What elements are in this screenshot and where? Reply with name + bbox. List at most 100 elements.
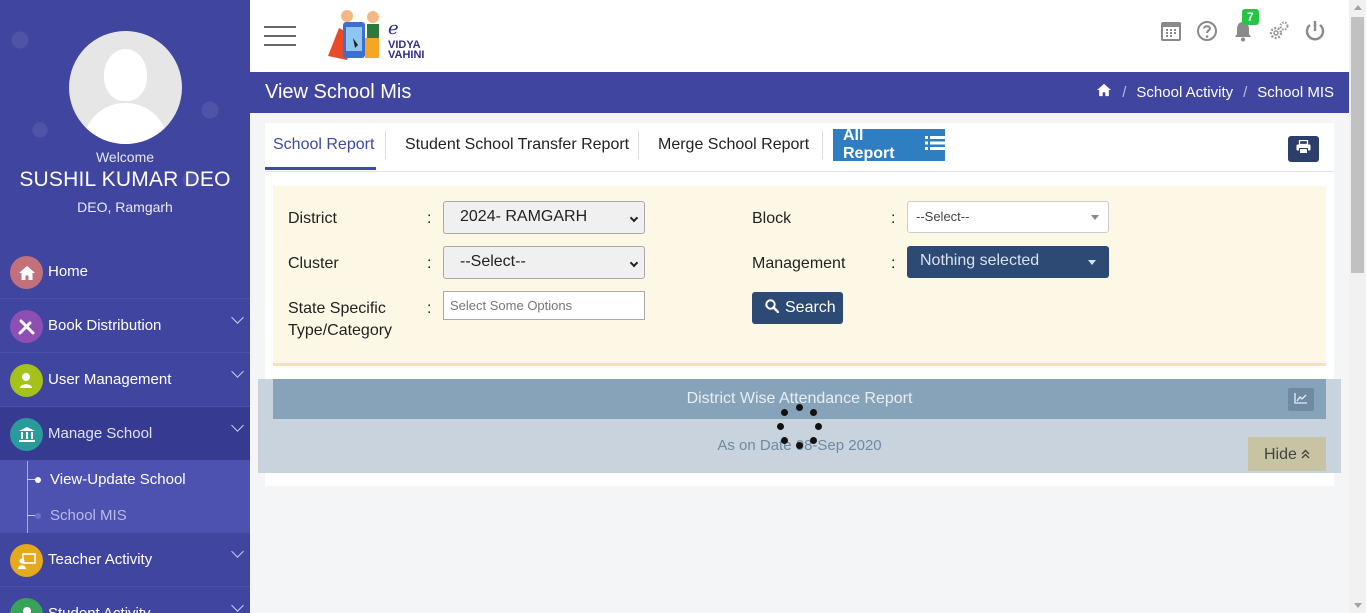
- sidebar-item-label: Book Distribution: [48, 317, 162, 334]
- breadcrumb: / School Activity / School MIS: [1096, 83, 1334, 101]
- top-header: e VIDYA VAHINI 7: [250, 0, 1349, 72]
- home-icon: [10, 256, 43, 289]
- state-specific-label: State Specific Type/Category: [288, 298, 392, 342]
- chevron-down-icon: [231, 365, 244, 378]
- district-value: 2024- RAMGARH: [460, 208, 588, 225]
- cluster-value: --Select--: [460, 253, 526, 270]
- tab-merge-school-report[interactable]: Merge School Report: [658, 136, 809, 154]
- search-icon: [765, 298, 780, 318]
- chevron-down-icon: [231, 545, 244, 558]
- line-chart-icon: [1294, 380, 1308, 420]
- sidebar-item-manage-school[interactable]: Manage School: [0, 407, 250, 461]
- chevron-down-icon: [231, 419, 244, 432]
- page-title: View School Mis: [265, 81, 412, 103]
- scroll-down-arrow-icon[interactable]: [1354, 603, 1362, 608]
- sidebar-item-label: Student Activity: [48, 605, 151, 613]
- user-icon: [10, 364, 43, 397]
- home-icon[interactable]: [1096, 83, 1112, 101]
- page-scrollbar[interactable]: [1349, 0, 1366, 613]
- colon: :: [891, 255, 896, 272]
- all-report-label: All Report: [843, 127, 895, 162]
- submenu-item-label: School MIS: [50, 507, 127, 524]
- chevron-down-icon: [629, 213, 639, 223]
- institution-icon: [10, 418, 43, 451]
- scrollbar-thumb[interactable]: [1351, 17, 1364, 273]
- tab-school-report[interactable]: School Report: [273, 136, 374, 154]
- user-role: DEO, Ramgarh: [77, 199, 173, 215]
- cluster-select[interactable]: --Select--: [443, 246, 645, 279]
- hide-button[interactable]: Hide: [1248, 437, 1326, 471]
- print-icon: [1296, 139, 1311, 159]
- breadcrumb-school-mis: School MIS: [1257, 83, 1334, 101]
- teacher-icon: [10, 544, 43, 577]
- dropdown-arrow-icon: [1088, 260, 1096, 265]
- submenu-item-label: View-Update School: [50, 471, 186, 488]
- user-name: SUSHIL KUMAR DEO: [19, 168, 231, 191]
- report-tabs: School Report Student School Transfer Re…: [265, 123, 1334, 172]
- page-title-bar: View School Mis / School Activity / Scho…: [250, 72, 1349, 113]
- hide-label: Hide: [1264, 446, 1297, 463]
- header-icons: 7: [1159, 9, 1327, 46]
- sidebar-item-label: User Management: [48, 371, 172, 388]
- chevron-down-icon: [629, 258, 639, 268]
- double-chevron-up-icon: [1301, 446, 1310, 463]
- notification-badge: 7: [1242, 9, 1259, 25]
- district-select[interactable]: 2024- RAMGARH: [443, 201, 645, 234]
- sidebar: Welcome SUSHIL KUMAR DEO DEO, Ramgarh Ho…: [0, 0, 250, 613]
- sidebar-item-book-distribution[interactable]: Book Distribution: [0, 299, 250, 353]
- management-select[interactable]: Nothing selected: [907, 246, 1109, 278]
- colon: :: [427, 210, 432, 227]
- colon: :: [427, 255, 432, 272]
- search-button[interactable]: Search: [752, 292, 843, 324]
- help-icon[interactable]: [1195, 19, 1219, 43]
- management-value: Nothing selected: [920, 252, 1040, 269]
- dropdown-arrow-icon: [1091, 215, 1099, 220]
- all-report-button[interactable]: All Report: [833, 127, 945, 162]
- settings-gears-icon[interactable]: [1267, 19, 1291, 43]
- colon: :: [427, 300, 432, 317]
- profile-panel: Welcome SUSHIL KUMAR DEO DEO, Ramgarh: [0, 0, 250, 240]
- logo[interactable]: e VIDYA VAHINI: [325, 8, 435, 64]
- calendar-icon[interactable]: [1159, 19, 1183, 43]
- sidebar-item-student-activity[interactable]: Student Activity: [0, 587, 250, 613]
- manage-school-submenu: View-Update School School MIS: [0, 461, 250, 533]
- sidebar-item-label: Manage School: [48, 425, 153, 442]
- chart-button[interactable]: [1288, 388, 1314, 411]
- state-label-line2: Type/Category: [288, 322, 393, 339]
- filter-panel: District : 2024- RAMGARH Block : --Selec…: [273, 186, 1326, 366]
- block-value: --Select--: [916, 209, 970, 224]
- colon: :: [891, 210, 896, 227]
- sidebar-item-teacher-activity[interactable]: Teacher Activity: [0, 533, 250, 587]
- state-type-multiselect[interactable]: Select Some Options: [443, 291, 645, 320]
- block-select[interactable]: --Select--: [907, 201, 1109, 233]
- power-icon[interactable]: [1303, 19, 1327, 43]
- logo-vahini: VAHINI: [388, 49, 425, 61]
- loading-spinner-icon: [776, 403, 824, 451]
- tab-student-school-transfer-report[interactable]: Student School Transfer Report: [405, 136, 629, 154]
- chevron-down-icon: [231, 599, 244, 612]
- scroll-up-arrow-icon[interactable]: [1354, 5, 1362, 10]
- sidebar-item-label: Teacher Activity: [48, 551, 153, 568]
- breadcrumb-separator: /: [1243, 83, 1248, 101]
- notification-bell-icon[interactable]: 7: [1231, 9, 1259, 43]
- active-tab-indicator: [265, 167, 376, 170]
- logo-e: e: [388, 18, 399, 39]
- cluster-label: Cluster: [288, 255, 339, 272]
- print-button[interactable]: [1288, 136, 1319, 162]
- search-label: Search: [785, 299, 836, 316]
- chevron-down-icon: [231, 311, 244, 324]
- tools-icon: [10, 310, 43, 343]
- sidebar-item-label: Home: [48, 263, 89, 280]
- sidebar-item-user-management[interactable]: User Management: [0, 353, 250, 407]
- breadcrumb-separator: /: [1122, 83, 1127, 101]
- welcome-text: Welcome: [95, 149, 155, 165]
- sidebar-item-home[interactable]: Home: [0, 245, 250, 299]
- breadcrumb-school-activity[interactable]: School Activity: [1136, 84, 1233, 101]
- management-label: Management: [752, 255, 846, 272]
- avatar: [69, 31, 182, 144]
- hamburger-menu-icon[interactable]: [264, 26, 296, 46]
- district-label: District: [288, 210, 337, 227]
- block-label: Block: [752, 210, 792, 227]
- state-label-line1: State Specific: [288, 300, 386, 317]
- list-icon: [925, 135, 945, 156]
